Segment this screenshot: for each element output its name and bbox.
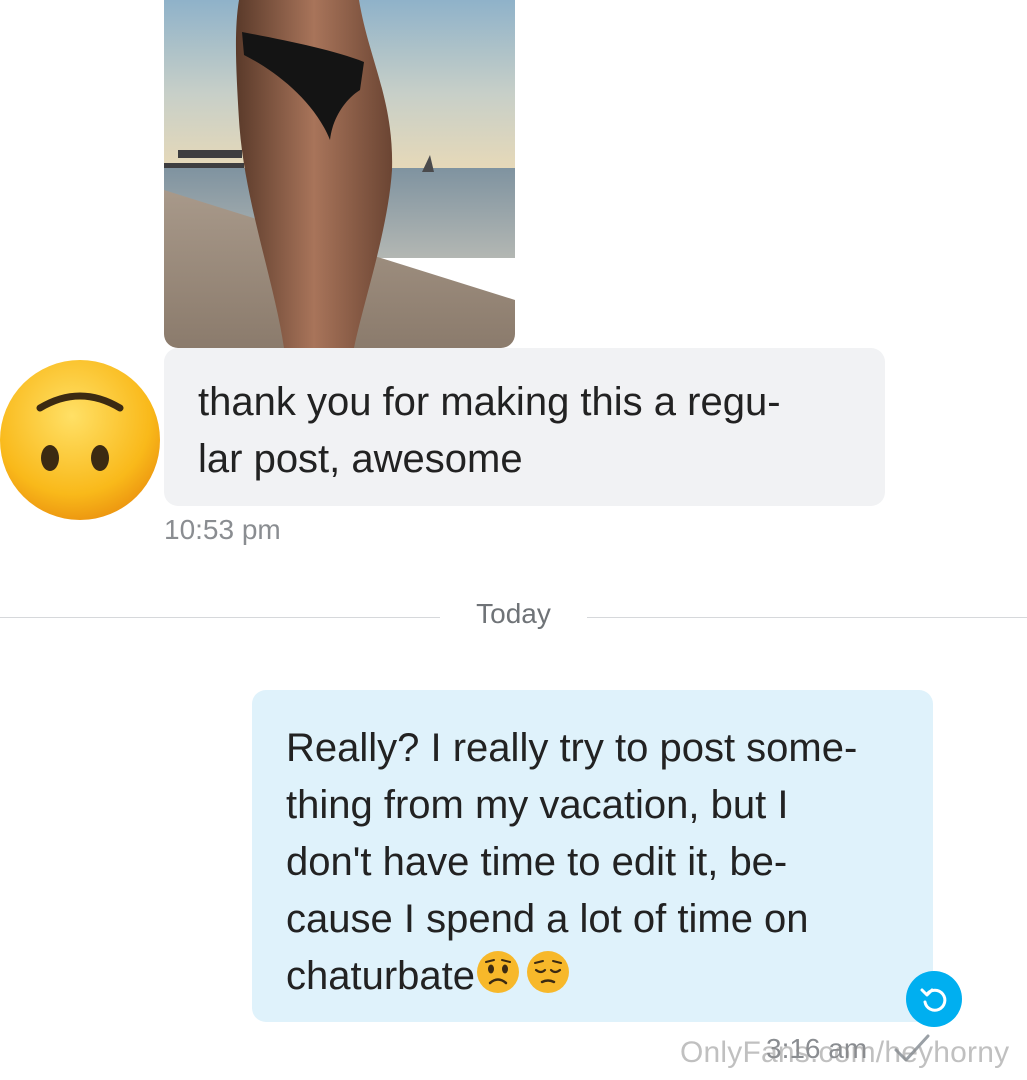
worried-face-icon xyxy=(477,951,520,993)
message-timestamp: 10:53 pm xyxy=(164,514,281,545)
message-text-line: thank you for making this a regu- xyxy=(198,380,781,424)
upside-down-face-icon xyxy=(0,360,160,520)
watermark-text: OnlyFans.com/heyhorny xyxy=(680,1036,1010,1069)
message-text-line: chaturbate xyxy=(286,954,476,998)
pensive-face-icon xyxy=(527,951,570,993)
outgoing-message-bubble[interactable]: Really? I really try to post some- thing… xyxy=(252,690,933,1022)
avatar[interactable] xyxy=(0,350,160,530)
divider-line xyxy=(0,617,440,618)
date-divider-label: Today xyxy=(476,598,551,629)
reply-button[interactable] xyxy=(906,971,962,1027)
message-text-line: lar post, awesome xyxy=(198,437,523,481)
incoming-message-bubble[interactable]: thank you for making this a regu- lar po… xyxy=(164,348,885,506)
message-last-line: chaturbate xyxy=(286,948,913,1005)
reply-icon xyxy=(920,988,947,1012)
divider-line xyxy=(587,617,1027,618)
message-text-line: thing from my vacation, but I xyxy=(286,783,789,827)
beach-photo-image xyxy=(164,0,515,348)
message-text-line: cause I spend a lot of time on xyxy=(286,897,809,941)
message-text-line: don't have time to edit it, be- xyxy=(286,840,788,884)
message-text-line: Really? I really try to post some- xyxy=(286,726,858,770)
message-photo[interactable] xyxy=(164,0,515,348)
